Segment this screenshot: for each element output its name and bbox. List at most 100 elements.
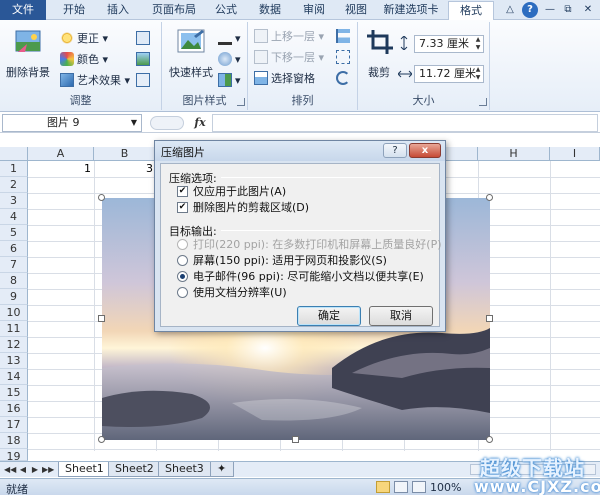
sheet-tab-sheet3[interactable]: Sheet3 xyxy=(158,462,211,477)
quick-styles-button[interactable]: 快速样式 xyxy=(166,26,216,86)
picture-border-button[interactable]: ▾ xyxy=(218,30,241,48)
row-header-7[interactable]: 7 xyxy=(0,257,28,273)
tab-format[interactable]: 格式 xyxy=(448,1,494,21)
resize-handle-left[interactable] xyxy=(98,315,105,322)
row-header-12[interactable]: 12 xyxy=(0,337,28,353)
resize-handle-bottom-left[interactable] xyxy=(98,436,105,443)
row-header-15[interactable]: 15 xyxy=(0,385,28,401)
tab-review[interactable]: 审阅 xyxy=(296,1,332,20)
reset-picture-button[interactable] xyxy=(136,72,153,90)
change-picture-button[interactable] xyxy=(136,51,153,69)
resize-handle-top-right[interactable] xyxy=(486,194,493,201)
selection-pane-button[interactable]: 选择窗格 xyxy=(254,70,315,88)
group-objects-button[interactable] xyxy=(336,49,353,67)
picture-styles-launcher-icon[interactable] xyxy=(237,98,245,106)
dialog-help-button[interactable]: ? xyxy=(383,143,407,158)
sheet-tab-sheet1[interactable]: Sheet1 xyxy=(58,462,111,477)
send-backward-button[interactable]: 下移一层 ▾ xyxy=(254,49,324,67)
row-header-14[interactable]: 14 xyxy=(0,369,28,385)
insert-function-button[interactable]: fx xyxy=(190,114,210,132)
tab-view[interactable]: 视图 xyxy=(338,1,374,20)
minimize-icon[interactable]: — xyxy=(542,2,558,18)
prev-sheet-icon[interactable]: ◀ xyxy=(18,464,28,476)
crop-button[interactable]: 裁剪 xyxy=(362,26,396,86)
document-resolution-radio[interactable]: 使用文档分辨率(U) xyxy=(177,286,287,300)
align-button[interactable] xyxy=(336,28,353,46)
page-layout-view-icon[interactable] xyxy=(394,481,408,493)
artistic-effects-button[interactable]: 艺术效果 ▾ xyxy=(60,72,130,90)
row-header-3[interactable]: 3 xyxy=(0,193,28,209)
restore-icon[interactable]: ⧉ xyxy=(560,2,576,18)
picture-layout-button[interactable]: ▾ xyxy=(218,72,241,90)
row-header-5[interactable]: 5 xyxy=(0,225,28,241)
rotate-button[interactable] xyxy=(336,70,353,88)
resize-handle-bottom[interactable] xyxy=(292,436,299,443)
tab-formulas[interactable]: 公式 xyxy=(208,1,244,20)
tab-new-tab[interactable]: 新建选项卡 xyxy=(378,1,444,20)
bring-forward-button[interactable]: 上移一层 ▾ xyxy=(254,28,324,46)
name-box-dropdown-icon[interactable]: ▼ xyxy=(131,115,137,131)
row-header-19[interactable]: 19 xyxy=(0,449,28,463)
last-sheet-icon[interactable]: ▶▶ xyxy=(42,464,54,476)
row-header-18[interactable]: 18 xyxy=(0,433,28,449)
color-button[interactable]: 颜色 ▾ xyxy=(60,51,108,69)
tab-home[interactable]: 开始 xyxy=(56,1,92,20)
tab-insert[interactable]: 插入 xyxy=(100,1,136,20)
picture-effects-button[interactable]: ▾ xyxy=(218,51,241,69)
next-sheet-icon[interactable]: ▶ xyxy=(30,464,40,476)
row-header-8[interactable]: 8 xyxy=(0,273,28,289)
ok-button[interactable]: 确定 xyxy=(297,306,361,326)
row-header-6[interactable]: 6 xyxy=(0,241,28,257)
select-all-corner[interactable] xyxy=(0,147,28,161)
height-spinner[interactable]: 7.33 厘米 ▲ ▼ xyxy=(414,35,484,53)
row-header-11[interactable]: 11 xyxy=(0,321,28,337)
size-launcher-icon[interactable] xyxy=(479,98,487,106)
insert-sheet-icon[interactable]: ✦ xyxy=(210,462,234,477)
page-break-view-icon[interactable] xyxy=(412,481,426,493)
row-header-4[interactable]: 4 xyxy=(0,209,28,225)
tab-data[interactable]: 数据 xyxy=(252,1,288,20)
row-header-16[interactable]: 16 xyxy=(0,401,28,417)
remove-background-button[interactable]: 删除背景 xyxy=(4,26,52,86)
row-header-2[interactable]: 2 xyxy=(0,177,28,193)
help-icon[interactable]: ? xyxy=(522,2,538,18)
dialog-close-button[interactable]: x xyxy=(409,143,441,158)
formula-bar-splitter[interactable] xyxy=(150,116,184,130)
row-header-13[interactable]: 13 xyxy=(0,353,28,369)
column-header-a[interactable]: A xyxy=(28,147,94,161)
column-header-i[interactable]: I xyxy=(550,147,600,161)
cell-a1[interactable]: 1 xyxy=(28,161,94,177)
row-header-10[interactable]: 10 xyxy=(0,305,28,321)
row-header-9[interactable]: 9 xyxy=(0,289,28,305)
tab-page-layout[interactable]: 页面布局 xyxy=(144,1,204,20)
tab-file[interactable]: 文件 xyxy=(0,0,46,20)
apply-only-this-checkbox[interactable]: ✔ 仅应用于此图片(A) xyxy=(177,185,286,199)
minimize-ribbon-icon[interactable]: △ xyxy=(502,2,518,18)
normal-view-icon[interactable] xyxy=(376,481,390,493)
height-spin-arrows-icon[interactable]: ▲ ▼ xyxy=(473,36,483,52)
column-header-b[interactable]: B xyxy=(94,147,156,161)
formula-input[interactable] xyxy=(212,114,598,132)
resize-handle-top-left[interactable] xyxy=(98,194,105,201)
row-header-17[interactable]: 17 xyxy=(0,417,28,433)
width-spinner[interactable]: 11.72 厘米 ▲ ▼ xyxy=(414,65,484,83)
screen-radio[interactable]: 屏幕(150 ppi): 适用于网页和投影仪(S) xyxy=(177,254,387,268)
column-header-h[interactable]: H xyxy=(478,147,550,161)
corrections-button[interactable]: 更正 ▾ xyxy=(60,30,108,48)
dialog-title-bar[interactable]: 压缩图片 ? x xyxy=(155,141,445,161)
resize-handle-bottom-right[interactable] xyxy=(486,436,493,443)
print-radio[interactable]: 打印(220 ppi): 在多数打印机和屏幕上质量良好(P) xyxy=(177,238,442,252)
width-spin-arrows-icon[interactable]: ▲ ▼ xyxy=(473,66,483,82)
cancel-button[interactable]: 取消 xyxy=(369,306,433,326)
close-icon[interactable]: ✕ xyxy=(580,2,596,18)
compress-pictures-button[interactable] xyxy=(136,30,153,48)
resize-handle-right[interactable] xyxy=(486,315,493,322)
email-radio[interactable]: 电子邮件(96 ppi): 尽可能缩小文档以便共享(E) xyxy=(177,270,424,284)
zoom-level[interactable]: 100% xyxy=(430,481,461,494)
name-box[interactable]: 图片 9 ▼ xyxy=(2,114,142,132)
delete-cropped-checkbox[interactable]: ✔ 删除图片的剪裁区域(D) xyxy=(177,201,309,215)
row-header-1[interactable]: 1 xyxy=(0,161,28,177)
first-sheet-icon[interactable]: ◀◀ xyxy=(4,464,16,476)
cell-b1[interactable]: 3 xyxy=(94,161,156,177)
sheet-tab-sheet2[interactable]: Sheet2 xyxy=(108,462,161,477)
